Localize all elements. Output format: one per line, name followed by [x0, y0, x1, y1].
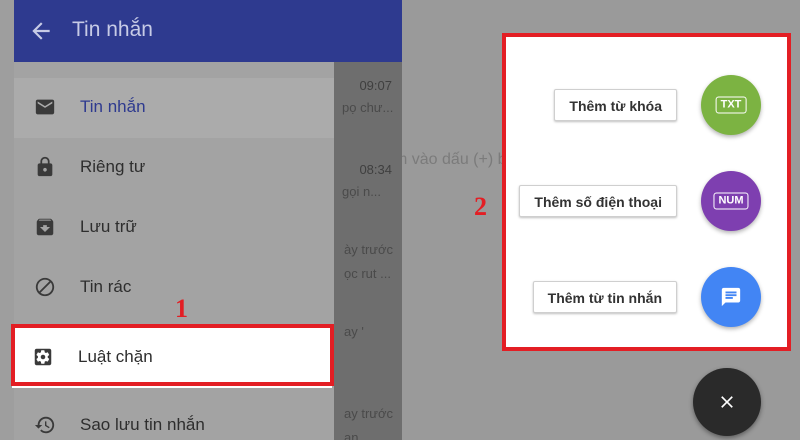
conversation-preview: ay '	[344, 324, 364, 339]
conversation-preview: ay trước	[344, 406, 394, 421]
conversation-preview: ọc rut ...	[344, 266, 391, 281]
conversation-time: 09:07	[359, 78, 392, 93]
message-icon	[721, 287, 741, 307]
drawer-item-private[interactable]: Riêng tư	[14, 138, 334, 198]
conversation-preview: ạn...	[344, 430, 370, 440]
add-from-message-row[interactable]: Thêm từ tin nhắn	[506, 263, 787, 329]
arrow-left-icon[interactable]	[28, 18, 54, 44]
add-number-row[interactable]: Thêm số điện thoại NUM	[506, 167, 787, 233]
drawer-item-label: Tin rác	[80, 277, 132, 296]
conversation-list: 09:07 pọ chư... 08:34 gọi n... ày trước …	[334, 62, 402, 440]
conversation-time: 08:34	[359, 162, 392, 177]
close-icon	[721, 396, 733, 408]
block-icon	[35, 277, 55, 297]
conversation-preview: pọ chư...	[342, 100, 394, 115]
add-number-fab[interactable]: NUM	[701, 171, 761, 231]
mail-icon	[35, 99, 55, 115]
restore-icon	[34, 416, 55, 434]
add-rule-menu: Thêm từ khóa TXT Thêm số điện thoại NUM …	[502, 33, 791, 351]
txt-icon: TXT	[715, 96, 747, 114]
app-bar: Tin nhắn	[14, 0, 402, 62]
conversation-preview: gọi n...	[342, 184, 382, 199]
add-phone-number-button[interactable]: Thêm số điện thoại	[519, 185, 677, 217]
step-number-2: 2	[474, 192, 487, 221]
step-number-1: 1	[175, 294, 188, 323]
num-icon: NUM	[713, 192, 749, 210]
add-keyword-fab[interactable]: TXT	[701, 75, 761, 135]
drawer-item-label: Riêng tư	[80, 157, 146, 176]
lock-icon	[37, 156, 53, 177]
drawer-item-label: Tin nhắn	[80, 97, 146, 116]
add-keyword-row[interactable]: Thêm từ khóa TXT	[506, 71, 787, 137]
drawer-item-backup[interactable]: Sao lưu tin nhắn	[14, 396, 334, 440]
list-item[interactable]: 09:07 pọ chư...	[334, 78, 402, 130]
add-from-message-button[interactable]: Thêm từ tin nhắn	[532, 281, 677, 313]
drawer-item-spam[interactable]: Tin rác	[14, 258, 334, 318]
highlight-box-step-1	[11, 324, 334, 386]
app-bar-title: Tin nhắn	[72, 18, 153, 41]
add-keyword-button[interactable]: Thêm từ khóa	[554, 89, 677, 121]
conversation-preview: ày trước	[344, 242, 394, 257]
drawer-screen: Tin nhắn 09:07 pọ chư... 08:34 gọi n... …	[0, 0, 402, 440]
close-menu-button[interactable]	[693, 368, 761, 436]
list-item[interactable]: 08:34 gọi n...	[334, 162, 402, 214]
block-rules-screen: m vào dấu (+) bên dưới để tạo luật chặn.…	[402, 0, 800, 440]
drawer-item-label: Lưu trữ	[80, 217, 137, 236]
add-from-message-fab[interactable]	[701, 267, 761, 327]
drawer-item-archive[interactable]: Lưu trữ	[14, 198, 334, 258]
archive-icon	[36, 218, 54, 236]
drawer-item-label: Sao lưu tin nhắn	[80, 415, 205, 434]
drawer-item-messages[interactable]: Tin nhắn	[14, 78, 334, 138]
